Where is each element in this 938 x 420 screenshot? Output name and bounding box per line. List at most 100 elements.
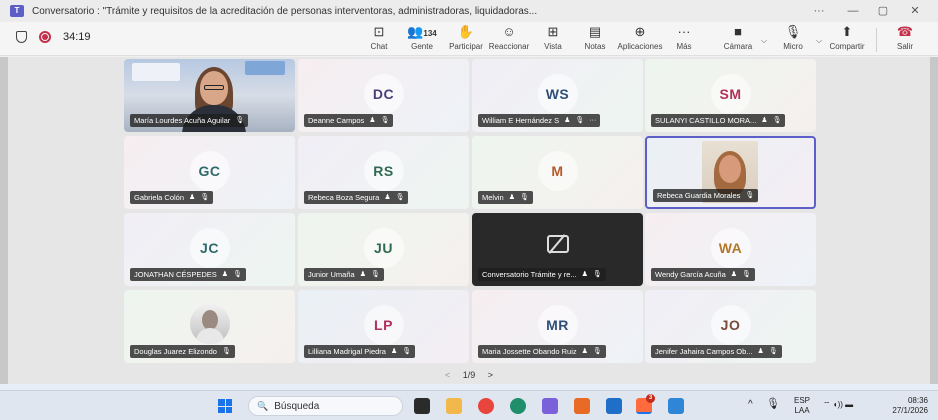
participar-button[interactable]: ✋ Participar — [446, 25, 486, 55]
mic-muted-icon: 🎙 — [233, 271, 242, 278]
pager-prev-button[interactable]: < — [445, 370, 450, 380]
meeting-status: 34:19 — [16, 31, 91, 43]
raise-hand-icon: ✋ — [457, 24, 475, 39]
chat-icon: ⊡ — [373, 24, 385, 39]
participant-tile[interactable]: MR Maria Jossette Obando Ruiz ♟ 🎙 — [472, 290, 643, 363]
reaccionar-button[interactable]: ☺ Reaccionar — [486, 25, 532, 55]
more-options-icon[interactable]: ··· — [589, 114, 596, 127]
mic-muted-icon: 🎙 — [200, 194, 210, 201]
participant-name-tag: Wendy García Acuña ♟ 🎙 — [651, 268, 755, 281]
language-code: ESP — [794, 396, 811, 405]
micro-button[interactable]: 🎙 Micro — [778, 25, 808, 55]
avatar-photo — [189, 304, 230, 344]
meeting-timer: 34:19 — [63, 31, 91, 43]
toolbar-button-label: Participar — [449, 42, 483, 51]
participant-name: Douglas Juarez Elizondo — [134, 347, 217, 356]
chevron-down-icon[interactable]: ⌵ — [761, 36, 767, 46]
participant-tile[interactable]: Conversatorio Trámite y re... ♟ 🎙 — [472, 213, 643, 286]
notas-button[interactable]: ▤ Notas — [578, 25, 612, 55]
chat-button[interactable]: ⊡ Chat — [362, 25, 396, 55]
avatar-initials: MR — [537, 305, 578, 345]
close-window-button[interactable]: ✕ — [900, 0, 930, 22]
aplicaciones-button[interactable]: ⊕ Aplicaciones — [614, 25, 666, 55]
participant-name-tag: SULANYI CASTILLO MORA... ♟ 🎙 — [651, 114, 786, 127]
avatar-initials: JC — [189, 228, 230, 268]
mic-muted-icon: 🎙 — [370, 271, 380, 278]
participant-name: Rebeca Guardia Morales — [657, 191, 741, 200]
attendee-role-icon: ♟ — [564, 117, 571, 124]
clock[interactable]: 08:36 27/1/2026 — [892, 396, 928, 416]
right-edge — [930, 57, 938, 388]
toolbar-button-label: Gente — [411, 42, 433, 51]
participant-name: Lilliana Madrigal Piedra — [308, 347, 386, 356]
attendee-role-icon: ♟ — [581, 348, 588, 355]
salir-button[interactable]: ☎ Salir — [890, 25, 920, 55]
mic-muted-icon: 🎙 — [519, 194, 529, 201]
participant-name-tag: Melvin ♟ 🎙 — [478, 191, 533, 204]
pager-next-button[interactable]: > — [488, 370, 493, 380]
task-view-icon[interactable] — [414, 398, 430, 414]
avatar-initials: SM — [710, 74, 751, 114]
avatar-initials: LP — [363, 305, 404, 345]
recording-icon — [39, 31, 51, 43]
copilot-icon[interactable] — [542, 398, 558, 414]
toolbar-button-label: Más — [676, 42, 692, 51]
store-icon[interactable] — [574, 398, 590, 414]
mic-muted-icon: 🎙 — [235, 117, 245, 124]
participant-tile[interactable]: Douglas Juarez Elizondo 🎙 — [124, 290, 295, 363]
language-indicator[interactable]: ESP LAA — [794, 396, 810, 416]
search-input[interactable]: Búsqueda — [274, 401, 319, 412]
compartir-button[interactable]: ⬆ Compartir — [823, 25, 871, 55]
toolbar-button-label: Cámara — [723, 42, 753, 51]
tray-chevron-icon[interactable]: ^ — [748, 400, 753, 410]
attendee-role-icon: ♟ — [390, 348, 398, 355]
toolbar-button-label: Chat — [370, 42, 388, 51]
participant-tile[interactable]: GC Gabriela Colón ♟ 🎙 — [124, 136, 295, 209]
vista-button[interactable]: ⊞ Vista — [536, 25, 570, 55]
participant-name-tag: William E Hernández S ♟ 🎙 ··· — [478, 114, 601, 127]
mic-muted-icon: 🎙 — [768, 348, 778, 355]
gente-button[interactable]: 👥134 Gente — [402, 25, 442, 55]
window-more-button[interactable]: ··· — [804, 0, 834, 22]
participant-tile[interactable]: WA Wendy García Acuña ♟ 🎙 — [645, 213, 816, 286]
participant-tile[interactable]: RS Rebeca Boza Segura ♟ 🎙 — [298, 136, 469, 209]
toolbar-button-label: Compartir — [829, 42, 865, 51]
attendee-role-icon: ♟ — [730, 271, 738, 278]
participant-tile[interactable]: DC Deanne Campos ♟ 🎙 — [298, 59, 469, 132]
participant-tile[interactable]: SM SULANYI CASTILLO MORA... ♟ 🎙 — [645, 59, 816, 132]
toolbar-button-label: Salir — [896, 42, 913, 51]
window-title: Conversatorio : "Trámite y requisitos de… — [32, 5, 538, 17]
más-button[interactable]: ··· Más — [671, 25, 697, 55]
network-volume-battery-icon[interactable]: ⌔ ◖)) ▬ — [823, 400, 853, 410]
avatar-initials: JO — [710, 305, 751, 345]
participant-tile[interactable]: WS William E Hernández S ♟ 🎙 ··· — [472, 59, 643, 132]
participant-tile[interactable]: JO Jenifer Jahaira Campos Ob... ♟ 🎙 — [645, 290, 816, 363]
chevron-down-icon[interactable]: ⌵ — [816, 36, 822, 46]
participant-tile[interactable]: JU Junior Umaña ♟ 🎙 — [298, 213, 469, 286]
participant-tile[interactable]: Rebeca Guardia Morales 🎙 — [645, 136, 816, 209]
chrome-icon[interactable] — [478, 398, 494, 414]
maximize-button[interactable]: ▢ — [868, 0, 898, 22]
avatar-initials: WS — [537, 74, 578, 114]
participant-name-tag: Jenifer Jahaira Campos Ob... ♟ 🎙 — [651, 345, 782, 358]
shield-icon[interactable] — [16, 31, 27, 43]
participant-name: William E Hernández S — [482, 116, 560, 125]
outlook-icon[interactable] — [606, 398, 622, 414]
mic-muted-tray-icon[interactable]: 🎙 — [766, 399, 780, 410]
word-icon[interactable] — [668, 398, 684, 414]
minimize-button[interactable]: — — [838, 0, 868, 22]
cámara-button[interactable]: ■ Cámara — [718, 25, 758, 55]
attendee-role-icon: ♟ — [384, 194, 391, 201]
participant-tile[interactable]: M Melvin ♟ 🎙 — [472, 136, 643, 209]
participant-name: Wendy García Acuña — [655, 270, 726, 279]
file-explorer-icon[interactable] — [446, 398, 462, 414]
taskbar-search[interactable]: 🔍 Búsqueda — [248, 396, 403, 416]
edge-icon[interactable] — [510, 398, 526, 414]
meeting-toolbar: 34:19 ⊡ Chat 👥134 Gente ✋ Participar ☺ Reaccion… — [0, 22, 938, 56]
attendee-role-icon: ♟ — [221, 271, 229, 278]
participant-tile[interactable]: JC JONATHAN CÉSPEDES ♟ 🎙 — [124, 213, 295, 286]
participant-tile[interactable]: LP Lilliana Madrigal Piedra ♟ 🎙 — [298, 290, 469, 363]
participant-name-tag: Rebeca Boza Segura ♟ 🎙 — [304, 191, 409, 204]
participant-tile[interactable]: María Lourdes Acuña Aguilar 🎙 — [124, 59, 295, 132]
start-button[interactable] — [218, 399, 232, 413]
